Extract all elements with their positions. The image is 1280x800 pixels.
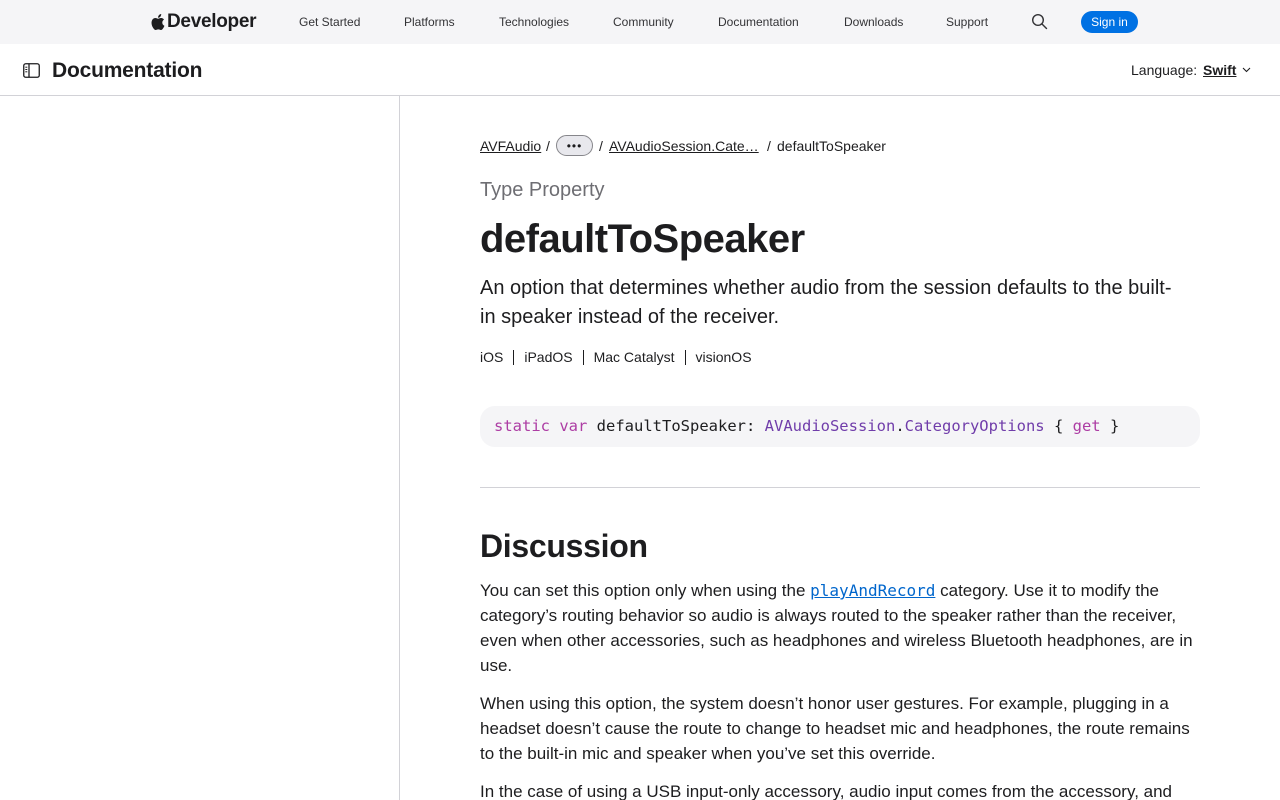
- play-and-record-link[interactable]: playAndRecord: [810, 581, 935, 600]
- documentation-title[interactable]: Documentation: [52, 58, 202, 84]
- global-nav: Developer Get Started Platforms Technolo…: [0, 0, 1280, 44]
- brand-text: Developer: [167, 11, 257, 32]
- discussion-paragraph: When using this option, the system doesn…: [480, 694, 1190, 763]
- code-text: defaultToSpeaker:: [587, 417, 765, 435]
- breadcrumb-avfaudio[interactable]: AVFAudio: [480, 138, 541, 155]
- breadcrumb: AVFAudio / ••• / AVAudioSession.Cate… / …: [480, 134, 1200, 158]
- chevron-down-icon[interactable]: [1242, 67, 1251, 73]
- breadcrumb-current: defaultToSpeaker: [777, 138, 886, 154]
- nav-downloads[interactable]: Downloads: [844, 14, 903, 30]
- code-keyword: static: [494, 417, 550, 435]
- discussion-paragraph: In the case of using a USB input-only ac…: [480, 782, 1173, 800]
- platform-ios[interactable]: iOS: [480, 349, 513, 365]
- language-selector[interactable]: Swift: [1203, 62, 1236, 79]
- platform-availability: iOS iPadOS Mac Catalyst visionOS: [480, 347, 762, 367]
- breadcrumb-more-button[interactable]: •••: [556, 135, 593, 156]
- documentation-header: Documentation Language: Swift: [0, 44, 1280, 96]
- sign-in-button[interactable]: Sign in: [1081, 11, 1138, 33]
- code-keyword: var: [559, 417, 588, 435]
- code-text: {: [1044, 417, 1073, 435]
- nav-support[interactable]: Support: [946, 14, 988, 30]
- breadcrumb-separator: /: [599, 138, 603, 154]
- breadcrumb-separator: /: [546, 138, 550, 154]
- symbol-kind-eyebrow: Type Property: [480, 179, 605, 201]
- platform-visionos[interactable]: visionOS: [684, 349, 762, 365]
- breadcrumb-separator: /: [767, 138, 771, 154]
- language-label: Language:: [1131, 62, 1198, 78]
- platform-mac-catalyst[interactable]: Mac Catalyst: [582, 349, 685, 365]
- discussion-paragraph: You can set this option only when using …: [480, 578, 1200, 678]
- page-title: defaultToSpeaker: [480, 217, 805, 261]
- code-text: }: [1100, 417, 1120, 435]
- nav-get-started[interactable]: Get Started: [299, 14, 360, 30]
- nav-community[interactable]: Community: [613, 14, 674, 30]
- sidebar-navigator: [0, 96, 400, 800]
- section-divider: [480, 487, 1200, 488]
- paragraph-text: You can set this option only when using …: [480, 581, 811, 600]
- abstract: An option that determines whether audio …: [480, 277, 1172, 328]
- platform-ipados[interactable]: iPadOS: [513, 349, 582, 365]
- breadcrumb-category-options[interactable]: AVAudioSession.Cate…: [609, 138, 759, 155]
- declaration-code: static var defaultToSpeaker: AVAudioSess…: [480, 406, 1200, 447]
- developer-home-link[interactable]: Developer: [150, 10, 256, 34]
- apple-logo-icon: [151, 14, 165, 30]
- main-content: AVFAudio / ••• / AVAudioSession.Cate… / …: [480, 96, 1200, 800]
- code-type-link[interactable]: AVAudioSession: [765, 417, 896, 435]
- sidebar-toggle-icon[interactable]: [23, 63, 40, 78]
- code-type-link[interactable]: CategoryOptions: [905, 417, 1045, 435]
- search-icon[interactable]: [1031, 13, 1048, 30]
- code-keyword: get: [1072, 417, 1101, 435]
- code-text: .: [895, 417, 905, 435]
- nav-platforms[interactable]: Platforms: [404, 14, 455, 30]
- discussion-heading: Discussion: [480, 528, 648, 564]
- nav-documentation[interactable]: Documentation: [718, 14, 799, 30]
- nav-technologies[interactable]: Technologies: [499, 14, 569, 30]
